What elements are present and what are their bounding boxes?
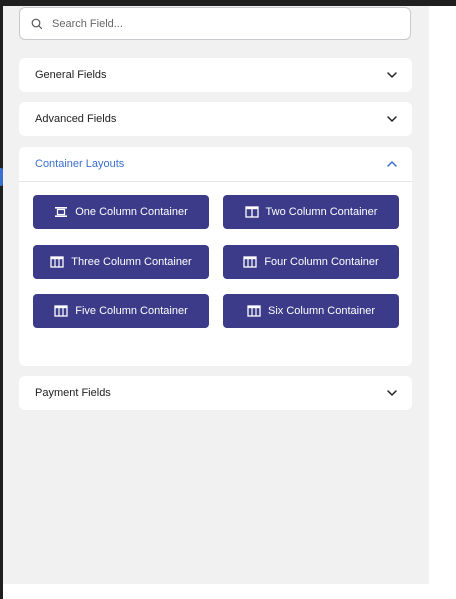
general-fields-section: General Fields: [19, 58, 412, 92]
advanced-fields-title: Advanced Fields: [35, 113, 117, 125]
active-section-indicator: [0, 168, 3, 186]
payment-fields-header[interactable]: Payment Fields: [19, 376, 412, 410]
button-label: Three Column Container: [71, 256, 192, 268]
button-label: Two Column Container: [265, 206, 378, 218]
container-layouts-title: Container Layouts: [35, 158, 125, 170]
button-label: Four Column Container: [264, 256, 379, 268]
advanced-fields-header[interactable]: Advanced Fields: [19, 102, 412, 136]
payment-fields-title: Payment Fields: [35, 387, 111, 399]
button-label: Five Column Container: [75, 305, 188, 317]
chevron-down-icon: [386, 387, 398, 399]
multi-column-icon: [243, 256, 257, 268]
chevron-down-icon: [386, 113, 398, 125]
bottom-canvas-edge: [3, 584, 456, 599]
container-layouts-header[interactable]: Container Layouts: [19, 147, 412, 181]
button-label: Six Column Container: [268, 305, 375, 317]
six-column-container-button[interactable]: Six Column Container: [223, 294, 399, 328]
one-column-container-button[interactable]: One Column Container: [33, 195, 209, 229]
payment-fields-section: Payment Fields: [19, 376, 412, 410]
container-layouts-section: Container Layouts One Column Container T…: [19, 147, 412, 366]
search-box: [19, 7, 411, 40]
one-column-icon: [54, 206, 68, 218]
chevron-up-icon: [386, 158, 398, 170]
general-fields-title: General Fields: [35, 69, 107, 81]
chevron-down-icon: [386, 69, 398, 81]
general-fields-header[interactable]: General Fields: [19, 58, 412, 92]
two-column-icon: [244, 206, 259, 218]
multi-column-icon: [54, 305, 68, 317]
search-icon: [30, 17, 44, 31]
five-column-container-button[interactable]: Five Column Container: [33, 294, 209, 328]
four-column-container-button[interactable]: Four Column Container: [223, 245, 399, 279]
multi-column-icon: [247, 305, 261, 317]
advanced-fields-section: Advanced Fields: [19, 102, 412, 136]
button-label: One Column Container: [75, 206, 188, 218]
section-divider: [19, 181, 412, 182]
right-canvas-edge: [429, 6, 456, 584]
multi-column-icon: [50, 256, 64, 268]
two-column-container-button[interactable]: Two Column Container: [223, 195, 399, 229]
search-input[interactable]: [50, 16, 384, 31]
three-column-container-button[interactable]: Three Column Container: [33, 245, 209, 279]
